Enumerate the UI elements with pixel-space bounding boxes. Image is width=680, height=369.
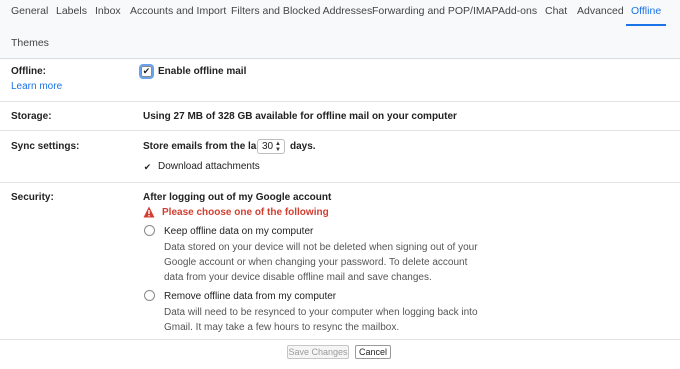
security-heading: After logging out of my Google account bbox=[143, 192, 332, 203]
tab-filters-and-blocked-addresses[interactable]: Filters and Blocked Addresses bbox=[231, 5, 372, 17]
offline-label: Offline: bbox=[11, 66, 46, 77]
tab-inbox[interactable]: Inbox bbox=[95, 5, 121, 17]
sync-settings-label: Sync settings: bbox=[11, 141, 80, 152]
divider bbox=[0, 130, 680, 131]
remove-offline-data-label: Remove offline data from my computer bbox=[164, 291, 337, 302]
tab-labels[interactable]: Labels bbox=[56, 5, 87, 17]
storage-usage-text: Using 27 MB of 328 GB available for offl… bbox=[143, 111, 457, 122]
divider bbox=[0, 339, 680, 340]
warning-icon bbox=[143, 206, 155, 218]
sync-suffix-text: days. bbox=[290, 141, 316, 152]
learn-more-link[interactable]: Learn more bbox=[11, 81, 62, 92]
stepper-arrows-icon: ▲ ▼ bbox=[275, 141, 281, 153]
security-label: Security: bbox=[11, 192, 54, 203]
download-attachments-checkbox[interactable]: ✔ bbox=[142, 162, 153, 173]
sync-prefix-text: Store emails from the last bbox=[143, 141, 266, 152]
storage-label: Storage: bbox=[11, 111, 52, 122]
tab-themes[interactable]: Themes bbox=[11, 37, 49, 49]
remove-offline-data-radio[interactable] bbox=[144, 290, 155, 301]
tab-advanced[interactable]: Advanced bbox=[577, 5, 624, 17]
keep-offline-desc-line: Data stored on your device will not be d… bbox=[164, 242, 478, 253]
active-tab-indicator bbox=[626, 24, 666, 26]
keep-offline-data-radio[interactable] bbox=[144, 225, 155, 236]
security-warning-text: Please choose one of the following bbox=[162, 207, 329, 218]
enable-offline-checkbox[interactable]: ✔ bbox=[139, 64, 154, 79]
keep-offline-data-label: Keep offline data on my computer bbox=[164, 226, 314, 237]
remove-offline-desc-line: Data will need to be resynced to your co… bbox=[164, 307, 478, 318]
keep-offline-desc-line: Google account or when changing your pas… bbox=[164, 257, 468, 268]
sync-days-value: 30 bbox=[262, 141, 274, 152]
remove-offline-desc-line: Gmail. It may take a few hours to resync… bbox=[164, 322, 400, 333]
tab-add-ons[interactable]: Add-ons bbox=[498, 5, 537, 17]
settings-tabs: General Labels Inbox Accounts and Import… bbox=[0, 0, 680, 59]
checkmark-icon: ✔ bbox=[142, 66, 151, 76]
tab-forwarding-and-pop-imap[interactable]: Forwarding and POP/IMAP bbox=[372, 5, 499, 17]
tab-chat[interactable]: Chat bbox=[545, 5, 567, 17]
tab-general[interactable]: General bbox=[11, 5, 48, 17]
checkmark-icon: ✔ bbox=[143, 162, 152, 172]
divider bbox=[0, 101, 680, 102]
tab-accounts-and-import[interactable]: Accounts and Import bbox=[130, 5, 226, 17]
sync-days-stepper[interactable]: 30 ▲ ▼ bbox=[257, 139, 285, 154]
save-changes-button[interactable]: Save Changes bbox=[287, 345, 349, 359]
download-attachments-label: Download attachments bbox=[158, 161, 260, 172]
tab-offline[interactable]: Offline bbox=[631, 5, 661, 17]
enable-offline-label: Enable offline mail bbox=[158, 66, 247, 77]
keep-offline-desc-line: data from your device disable offline ma… bbox=[164, 272, 432, 283]
divider bbox=[0, 182, 680, 183]
cancel-button[interactable]: Cancel bbox=[355, 345, 391, 359]
